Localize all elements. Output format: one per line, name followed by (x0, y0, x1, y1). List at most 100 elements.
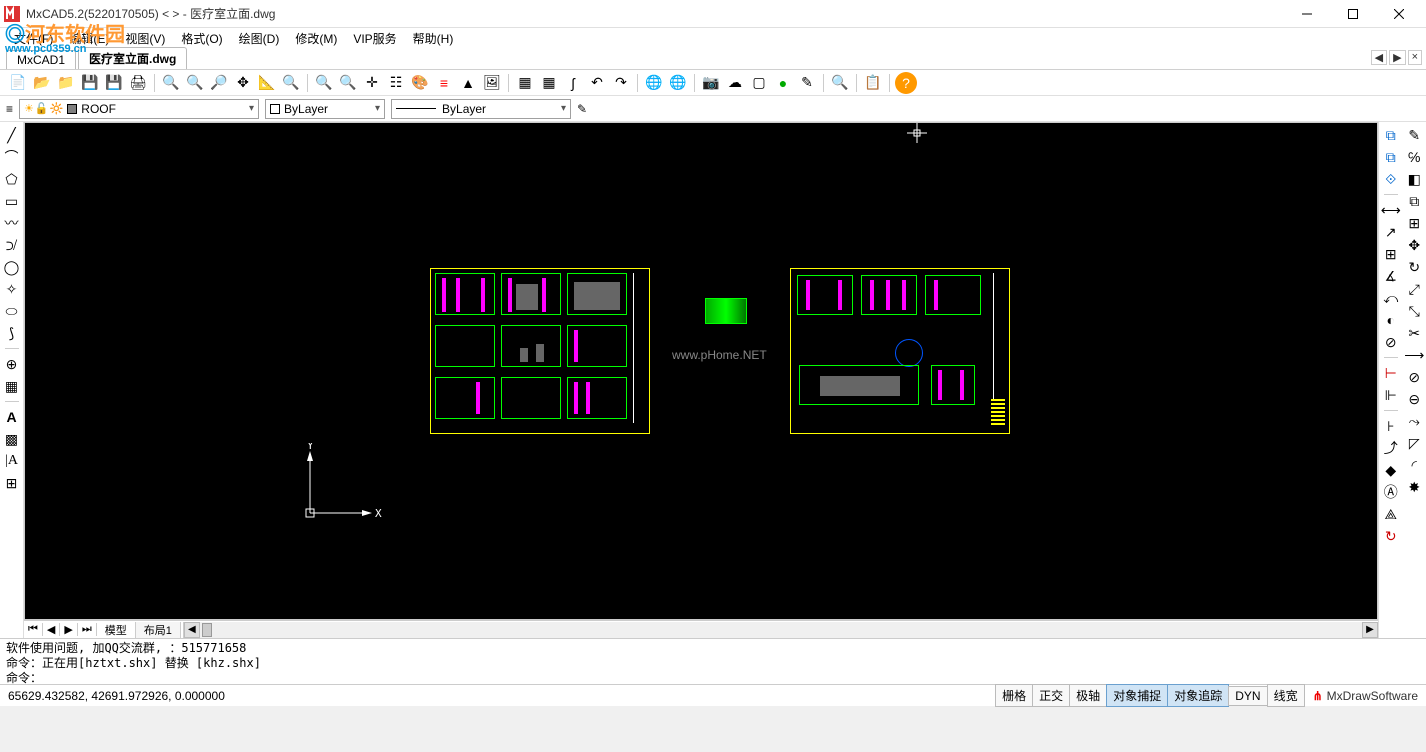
rect-draw-icon[interactable]: ▭ (3, 192, 21, 210)
circle-green-icon[interactable]: ● (772, 72, 794, 94)
layout1-tab[interactable]: 布局1 (136, 622, 181, 638)
trim-icon[interactable]: ✂ (1405, 324, 1423, 342)
status-ortho[interactable]: 正交 (1032, 684, 1070, 707)
ellipsearc-icon[interactable]: ⟆ (3, 324, 21, 342)
mtext-icon[interactable]: |A (3, 452, 21, 470)
dim-ord-icon[interactable]: ⤴ (1382, 439, 1400, 457)
match-icon[interactable]: ⟐ (1382, 170, 1400, 188)
status-lwt[interactable]: 线宽 (1267, 684, 1305, 707)
layers-icon[interactable]: ≡ (433, 72, 455, 94)
dim-A-icon[interactable]: Ⓐ (1382, 483, 1400, 501)
save-icon[interactable]: 💾 (79, 72, 101, 94)
erase-icon[interactable]: ✎ (1405, 126, 1423, 144)
insert-icon[interactable]: ⊕ (3, 355, 21, 373)
polygon-icon[interactable]: ⬠ (3, 170, 21, 188)
dim-arc-icon[interactable]: ⤺ (1382, 289, 1400, 307)
pan-icon[interactable]: ✥ (232, 72, 254, 94)
spline-icon[interactable]: 〰 (3, 214, 21, 232)
globe-icon[interactable]: 🌐 (643, 72, 665, 94)
tab-prev[interactable]: ◀ (1371, 50, 1387, 65)
curve-icon[interactable]: ʃ (562, 72, 584, 94)
status-grid[interactable]: 栅格 (995, 684, 1033, 707)
open2-icon[interactable]: 📁 (55, 72, 77, 94)
close-button[interactable] (1376, 0, 1422, 28)
drawing-canvas[interactable]: Y X www.pHome.NET (24, 122, 1378, 620)
menu-vip[interactable]: VIP服务 (345, 30, 404, 47)
layout-first[interactable]: ⏮ (24, 623, 43, 636)
ellipse-icon[interactable]: ⬭ (3, 302, 21, 320)
maximize-button[interactable] (1330, 0, 1376, 28)
doc-tab-1[interactable]: MxCAD1 (6, 50, 76, 69)
zoom-window-icon[interactable]: 🔍 (313, 72, 335, 94)
horizontal-scrollbar[interactable]: ◀ ▶ (183, 622, 1378, 638)
dim-continue-icon[interactable]: ⊢ (1382, 364, 1400, 382)
linetype-selector[interactable]: ByLayer ▾ (391, 99, 571, 119)
select2-icon[interactable]: ▦ (538, 72, 560, 94)
hscroll-right[interactable]: ▶ (1362, 622, 1378, 638)
menu-help[interactable]: 帮助(H) (405, 30, 462, 47)
globe2-icon[interactable]: 🌐 (667, 72, 689, 94)
hscroll-left[interactable]: ◀ (184, 622, 200, 638)
arc2-icon[interactable]: ⟉ (3, 236, 21, 254)
status-dyn[interactable]: DYN (1228, 686, 1267, 706)
menu-file[interactable]: 文件(F) (6, 30, 61, 47)
layer-selector[interactable]: ☀🔓🔆 ROOF ▾ (19, 99, 259, 119)
color-selector[interactable]: ByLayer ▾ (265, 99, 385, 119)
revcloud-icon[interactable]: ✧ (3, 280, 21, 298)
print-icon[interactable]: 🖨 (127, 72, 149, 94)
command-area[interactable]: 软件使用问题, 加QQ交流群, ：515771658 命令：正在用[hztxt.… (0, 638, 1426, 684)
cloud-icon[interactable]: ☁ (724, 72, 746, 94)
explode-icon[interactable]: ✸ (1405, 478, 1423, 496)
table-icon[interactable]: ⊞ (3, 474, 21, 492)
select-icon[interactable]: ▦ (514, 72, 536, 94)
hscroll-thumb[interactable] (202, 623, 212, 637)
stretch-icon[interactable]: ⤡ (1405, 302, 1423, 320)
copy3-icon[interactable]: ℅ (1405, 148, 1423, 166)
fillet-icon[interactable]: ◜ (1405, 456, 1423, 474)
tab-close[interactable]: × (1408, 50, 1422, 65)
move-icon[interactable]: ✛ (361, 72, 383, 94)
find-icon[interactable]: 🔍 (829, 72, 851, 94)
zoom-in-icon[interactable]: 🔍 (184, 72, 206, 94)
join-icon[interactable]: ⤳ (1405, 412, 1423, 430)
layout-last[interactable]: ⏭ (78, 623, 97, 636)
saveas-icon[interactable]: 💾 (103, 72, 125, 94)
edit-icon[interactable]: ✎ (796, 72, 818, 94)
lineweight-icon[interactable]: ✎ (577, 102, 587, 116)
doc-tab-2[interactable]: 医疗室立面.dwg (78, 47, 187, 69)
dim-linear-icon[interactable]: ⟷ (1382, 201, 1400, 219)
open-icon[interactable]: 📂 (31, 72, 53, 94)
mirror-icon[interactable]: ◧ (1405, 170, 1423, 188)
copy-icon[interactable]: ⧉ (1382, 126, 1400, 144)
status-otrack[interactable]: 对象追踪 (1167, 684, 1229, 707)
menu-view[interactable]: 视图(V) (117, 30, 173, 47)
dim-tol-icon[interactable]: ◆ (1382, 461, 1400, 479)
offset-icon[interactable]: ⧉ (1405, 192, 1423, 210)
menu-modify[interactable]: 修改(M) (287, 30, 345, 47)
redo-icon[interactable]: ↷ (610, 72, 632, 94)
camera-icon[interactable]: 📷 (700, 72, 722, 94)
zoom-out-icon[interactable]: 🔎 (208, 72, 230, 94)
dim-grid-icon[interactable]: ⊞ (1382, 245, 1400, 263)
undo-icon[interactable]: ↶ (586, 72, 608, 94)
menu-format[interactable]: 格式(O) (173, 30, 230, 47)
layout-next[interactable]: ▶ (60, 623, 77, 636)
layer-manager-icon[interactable]: ≡ (6, 102, 13, 116)
highlight-icon[interactable]: ▲ (457, 72, 479, 94)
model-tab[interactable]: 模型 (97, 622, 136, 638)
measure-icon[interactable]: 📐 (256, 72, 278, 94)
extend-icon[interactable]: ⟶ (1405, 346, 1423, 364)
dim-diameter-icon[interactable]: ⊘ (1382, 333, 1400, 351)
dim-edit-icon[interactable]: ⊦ (1382, 417, 1400, 435)
menu-edit[interactable]: 编辑(E) (61, 30, 117, 47)
zoom-prev-icon[interactable]: 🔍 (337, 72, 359, 94)
rotate-icon[interactable]: ↻ (1405, 258, 1423, 276)
dim-base-icon[interactable]: ⊩ (1382, 386, 1400, 404)
status-osnap[interactable]: 对象捕捉 (1106, 684, 1168, 707)
color-icon[interactable]: 🎨 (409, 72, 431, 94)
status-polar[interactable]: 极轴 (1069, 684, 1107, 707)
tab-next[interactable]: ▶ (1389, 50, 1405, 65)
break-icon[interactable]: ⊘ (1405, 368, 1423, 386)
move2-icon[interactable]: ✥ (1405, 236, 1423, 254)
new-icon[interactable]: 📄 (7, 72, 29, 94)
